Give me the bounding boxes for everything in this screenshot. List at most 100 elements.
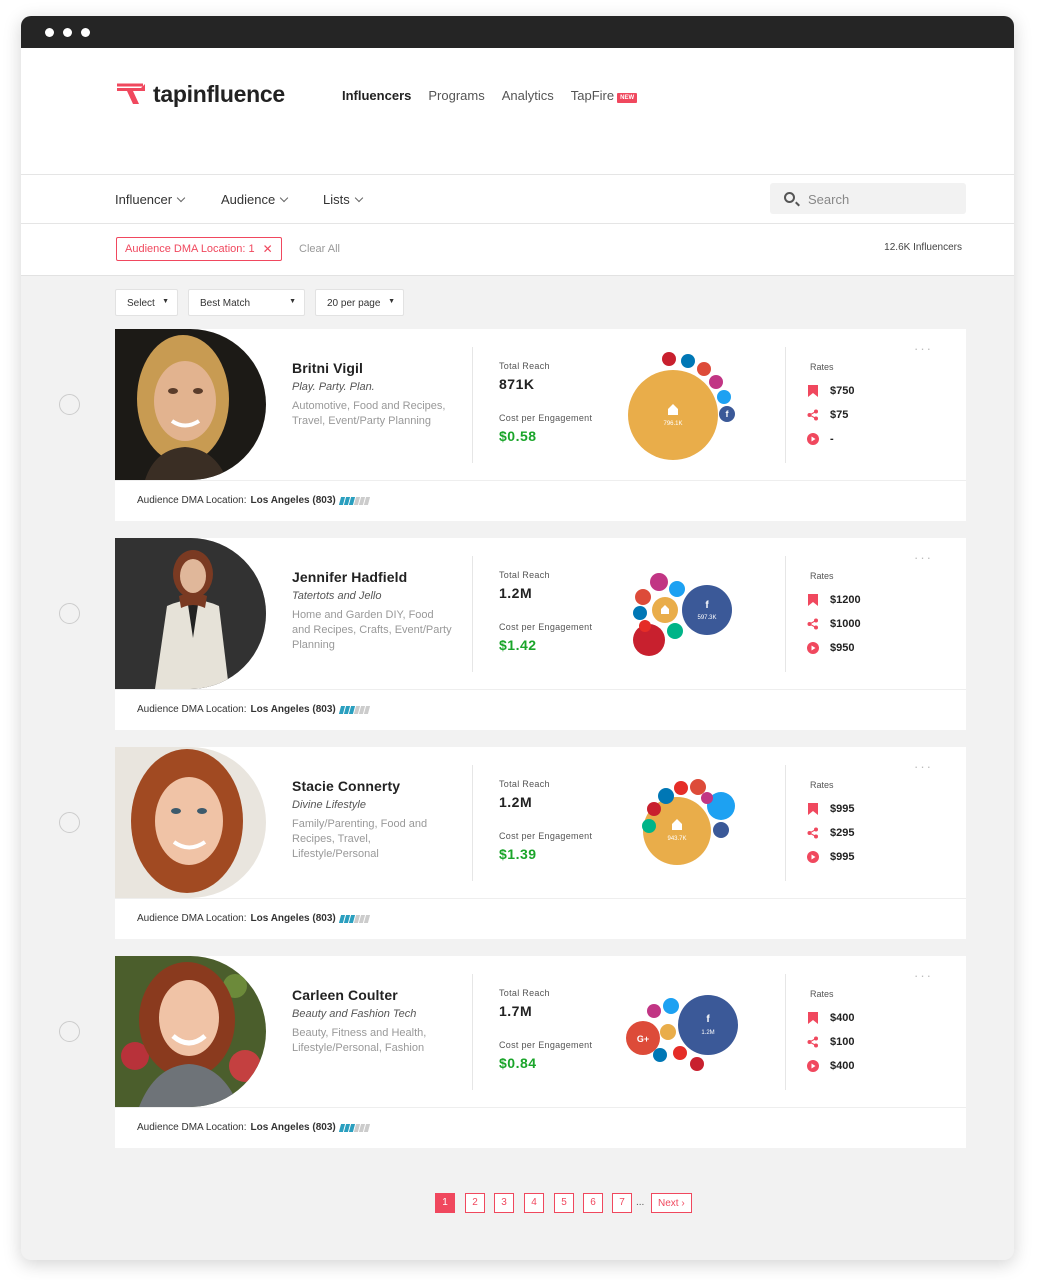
youtube-icon[interactable] [674, 781, 688, 795]
row-select-radio[interactable] [59, 812, 80, 833]
sort-dropdown-label: Best Match [200, 298, 251, 309]
nav-item-influencers[interactable]: Influencers [342, 88, 411, 103]
influencer-name[interactable]: Jennifer Hadfield [292, 569, 407, 585]
clear-all-link[interactable]: Clear All [299, 243, 340, 255]
total-reach-value: 1.2M [499, 585, 533, 601]
page-button[interactable]: 5 [554, 1193, 574, 1213]
rate-video: - [806, 432, 834, 446]
dma-value: Los Angeles (803) [250, 1122, 336, 1133]
divider [785, 347, 786, 463]
blog-bubble[interactable]: 796.1K [628, 370, 718, 460]
blog-icon[interactable] [660, 1024, 676, 1040]
nav-item-tapfire[interactable]: TapFire NEW [571, 88, 638, 103]
per-page-dropdown[interactable]: 20 per page ▼ [315, 289, 404, 316]
twitter-icon[interactable] [663, 998, 679, 1014]
linkedin-icon[interactable] [658, 788, 674, 804]
linkedin-icon[interactable] [653, 1048, 667, 1062]
share-icon [806, 1035, 820, 1049]
search-input[interactable] [808, 189, 958, 209]
influencer-name[interactable]: Carleen Coulter [292, 987, 398, 1003]
youtube-icon[interactable] [639, 620, 651, 632]
facebook-bubble[interactable]: f 597.3K [682, 585, 732, 635]
filter-chip-label: Audience DMA Location: 1 [125, 243, 255, 255]
rate-social-share: $75 [806, 408, 848, 422]
nav-item-analytics[interactable]: Analytics [502, 88, 554, 103]
page-button[interactable]: 1 [435, 1193, 455, 1213]
row-select-radio[interactable] [59, 603, 80, 624]
page-button[interactable]: 6 [583, 1193, 603, 1213]
pinterest-icon[interactable] [690, 1057, 704, 1071]
linkedin-icon[interactable] [633, 606, 647, 620]
page-button[interactable]: 7 [612, 1193, 632, 1213]
search-icon[interactable] [784, 192, 795, 203]
dma-label: Audience DMA Location: [137, 704, 247, 715]
filter-audience-dropdown[interactable]: Audience [221, 192, 289, 207]
google-plus-icon[interactable] [697, 362, 711, 376]
more-options-icon[interactable]: ··· [914, 550, 933, 565]
rate-value: $75 [830, 409, 849, 421]
rate-value: $1200 [830, 594, 861, 606]
next-page-button[interactable]: Next › [651, 1193, 692, 1213]
linkedin-icon[interactable] [681, 354, 695, 368]
facebook-icon[interactable] [713, 822, 729, 838]
social-reach-bubbles: 796.1K f [615, 345, 755, 465]
avatar [115, 538, 266, 689]
share-icon [806, 826, 820, 840]
influencer-card[interactable]: Carleen Coulter Beauty and Fashion Tech … [115, 956, 966, 1148]
page-button[interactable]: 2 [465, 1193, 485, 1213]
per-page-dropdown-label: 20 per page [327, 298, 381, 309]
instagram-icon[interactable] [701, 792, 713, 804]
instagram-icon[interactable] [647, 1004, 661, 1018]
vine-icon[interactable] [667, 623, 683, 639]
pinterest-icon[interactable] [647, 802, 661, 816]
twitter-icon[interactable] [717, 390, 731, 404]
avatar [115, 956, 266, 1107]
influencer-tagline: Play. Party. Plan. [292, 381, 375, 393]
share-icon [806, 617, 820, 631]
close-icon[interactable]: ✕ [263, 242, 273, 256]
avatar [115, 329, 266, 480]
filter-influencer-dropdown[interactable]: Influencer [115, 192, 186, 207]
pinterest-icon[interactable] [662, 352, 676, 366]
more-options-icon[interactable]: ··· [914, 968, 933, 983]
tapinfluence-logo[interactable]: tapinfluence [115, 81, 285, 108]
filter-lists-dropdown[interactable]: Lists [323, 192, 363, 207]
select-dropdown[interactable]: Select ▼ [115, 289, 178, 316]
row-select-radio[interactable] [59, 394, 80, 415]
more-options-icon[interactable]: ··· [914, 759, 933, 774]
instagram-icon[interactable] [650, 573, 668, 591]
twitter-icon[interactable] [669, 581, 685, 597]
bookmark-icon [806, 593, 820, 607]
play-icon [806, 850, 820, 864]
main-bubble-value: 943.7K [667, 836, 686, 842]
page-button[interactable]: 4 [524, 1193, 544, 1213]
cpe-value: $1.42 [499, 637, 537, 653]
google-plus-icon[interactable] [690, 779, 706, 795]
filter-chip[interactable]: Audience DMA Location: 1 ✕ [116, 237, 282, 261]
total-reach-label: Total Reach [499, 570, 550, 580]
influencer-categories: Automotive, Food and Recipes, Travel, Ev… [292, 400, 446, 427]
influencer-name[interactable]: Stacie Connerty [292, 778, 400, 794]
nav-item-programs[interactable]: Programs [428, 88, 484, 103]
vine-icon[interactable] [642, 819, 656, 833]
total-reach-value: 1.7M [499, 1003, 533, 1019]
influencer-card[interactable]: Stacie Connerty Divine Lifestyle Family/… [115, 747, 966, 939]
pagination-ellipsis: ... [636, 1197, 645, 1208]
facebook-bubble[interactable]: f 1.2M [678, 995, 738, 1055]
dma-strength-meter [338, 705, 370, 714]
search-box [770, 183, 966, 214]
influencer-name[interactable]: Britni Vigil [292, 360, 363, 376]
instagram-icon[interactable] [709, 375, 723, 389]
page-button[interactable]: 3 [494, 1193, 514, 1213]
divider [785, 556, 786, 672]
sort-dropdown[interactable]: Best Match ▼ [188, 289, 305, 316]
rate-value: $1000 [830, 618, 861, 630]
influencer-card[interactable]: Jennifer Hadfield Tatertots and Jello Ho… [115, 538, 966, 730]
youtube-icon[interactable] [673, 1046, 687, 1060]
influencer-card[interactable]: Britni Vigil Play. Party. Plan. Automoti… [115, 329, 966, 521]
google-plus-icon[interactable] [635, 589, 651, 605]
rate-social-share: $295 [806, 826, 854, 840]
browser-window: tapinfluence Influencers Programs Analyt… [21, 16, 1014, 1260]
more-options-icon[interactable]: ··· [914, 341, 933, 356]
row-select-radio[interactable] [59, 1021, 80, 1042]
